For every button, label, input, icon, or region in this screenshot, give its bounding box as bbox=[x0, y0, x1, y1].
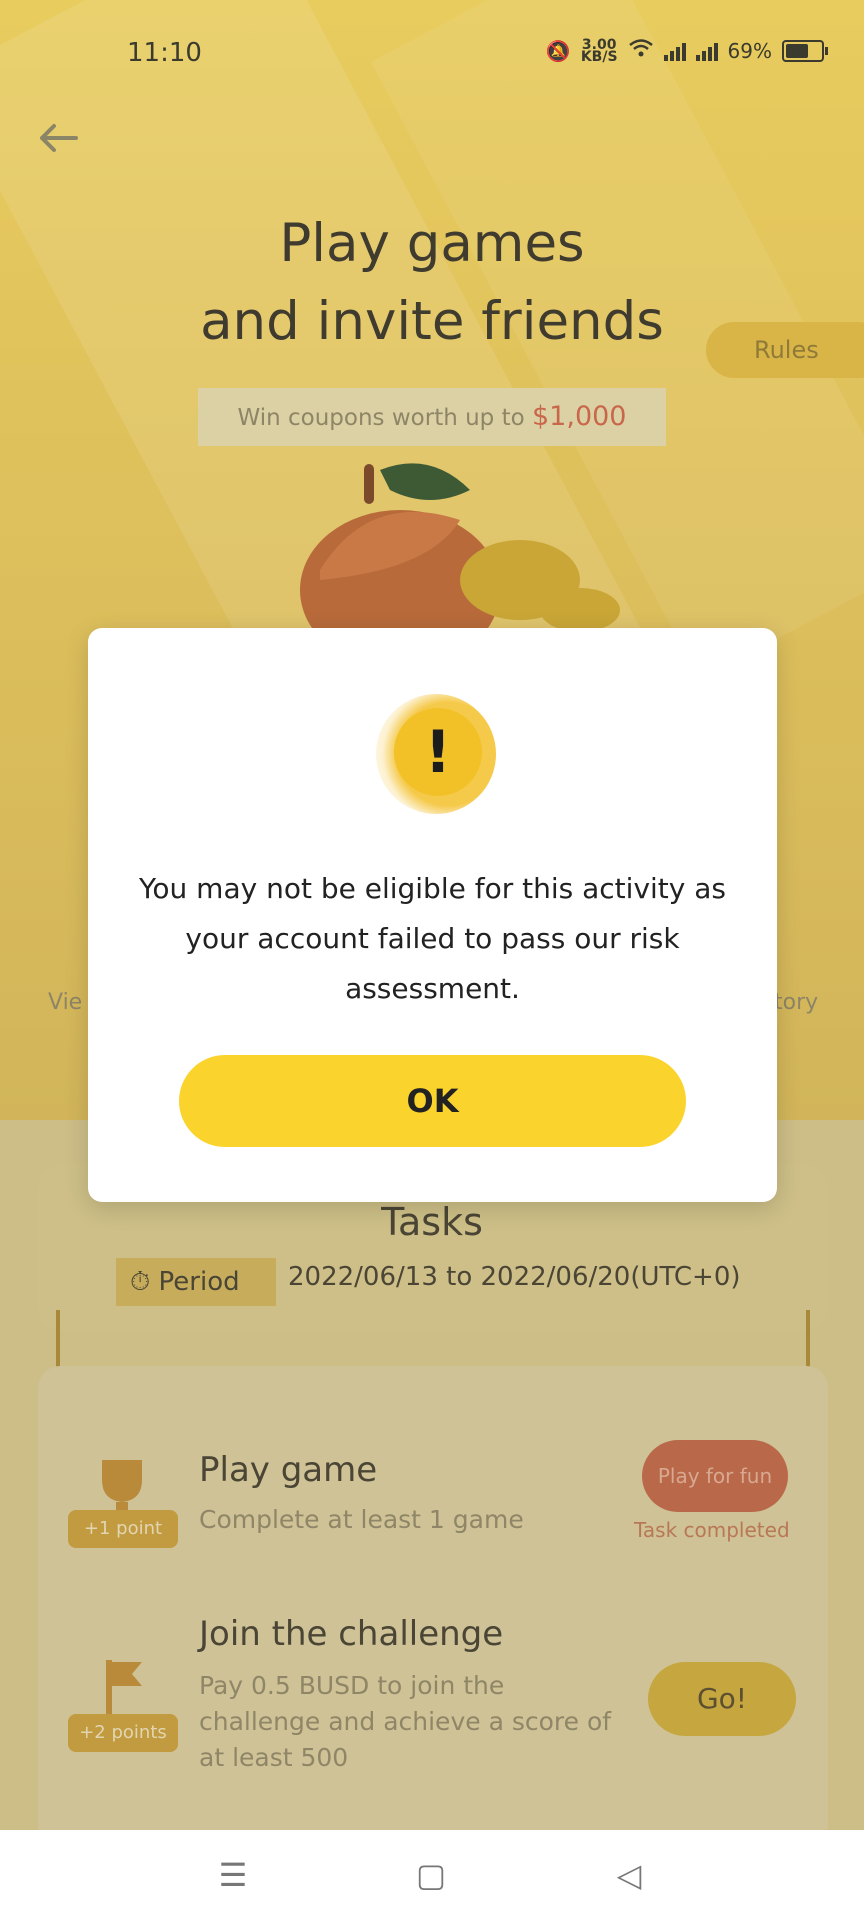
risk-assessment-dialog: ! You may not be eligible for this activ… bbox=[88, 628, 777, 1202]
dialog-message: You may not be eligible for this activit… bbox=[139, 872, 726, 1005]
app-screen: 11:10 🔕 3.00 KB/S 69% Play games and inv… bbox=[0, 0, 864, 1920]
ok-button[interactable]: OK bbox=[179, 1055, 686, 1147]
exclamation-icon: ! bbox=[424, 718, 452, 786]
warning-icon: ! bbox=[376, 694, 496, 814]
